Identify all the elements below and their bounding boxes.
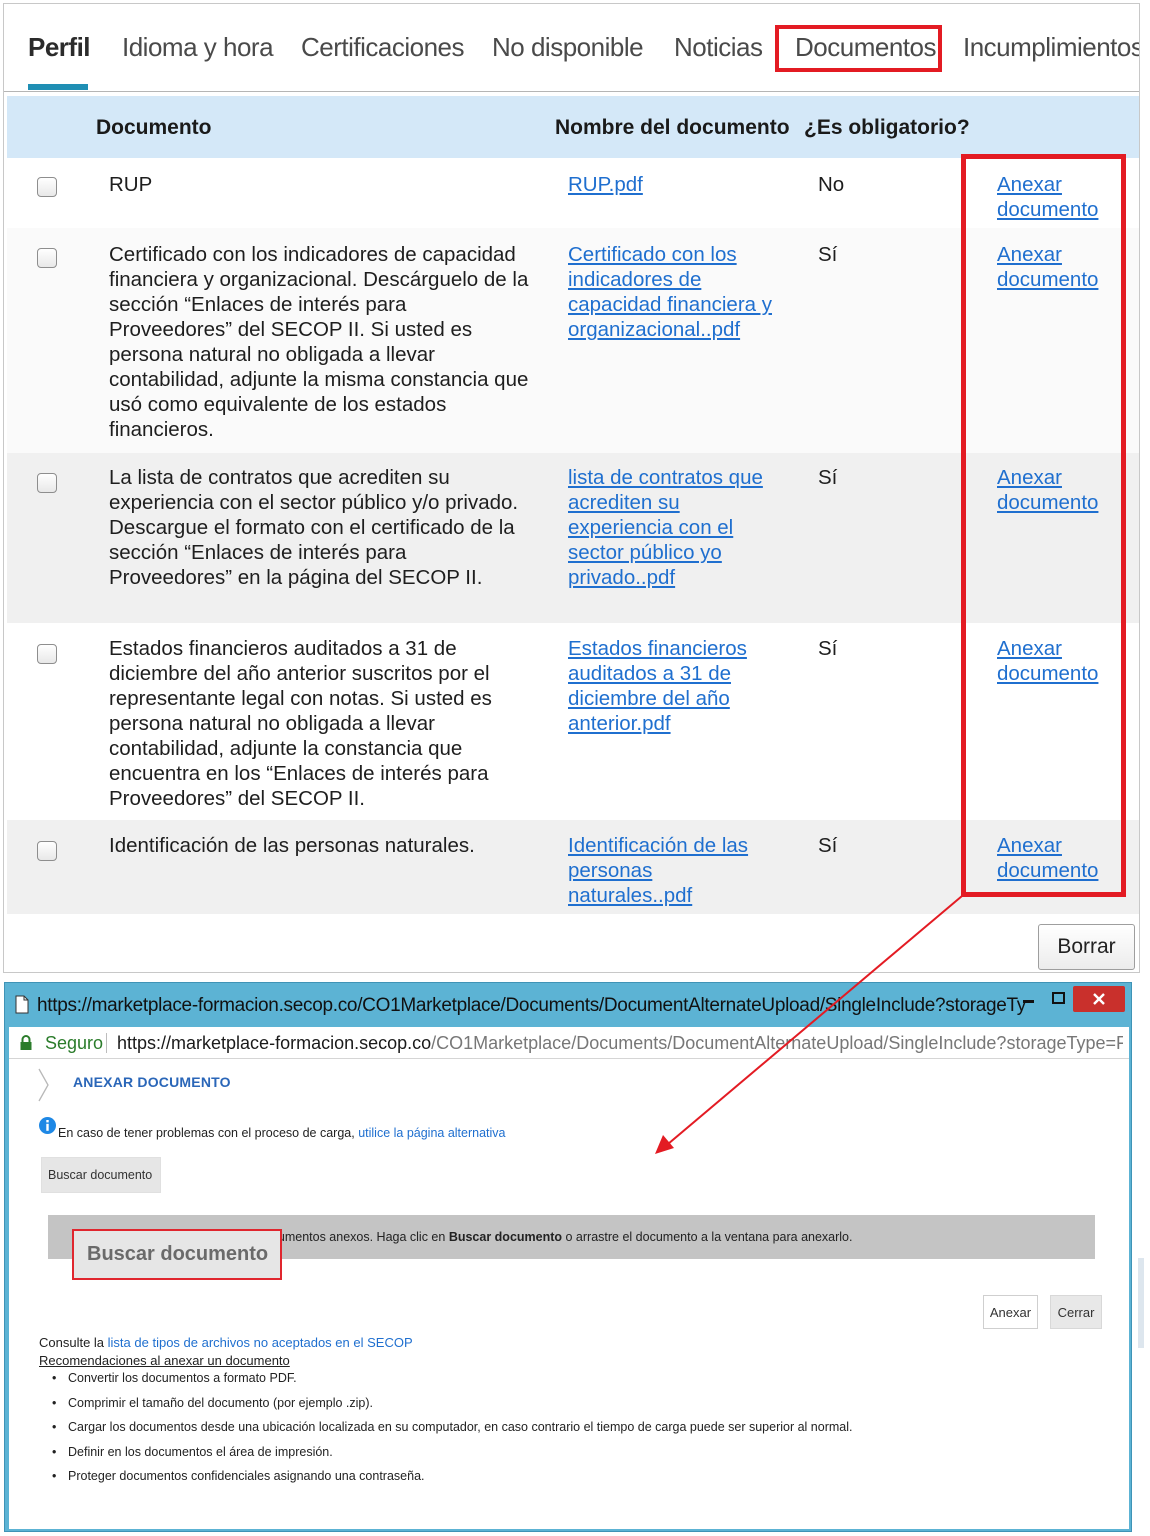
- recommendations-title: Recomendaciones al anexar un documento: [39, 1353, 290, 1368]
- list-item: Definir en los documentos el área de imp…: [39, 1445, 853, 1470]
- required-value: Sí: [818, 637, 838, 660]
- list-item: Convertir los documentos a formato PDF.: [39, 1371, 853, 1396]
- drop-zone-text: y documentos anexos. Haga clic en Buscar…: [248, 1230, 853, 1244]
- tab-incumplimientos[interactable]: Incumplimientos: [963, 32, 1139, 63]
- row-checkbox[interactable]: [37, 177, 57, 197]
- document-description: Certificado con los indicadores de capac…: [109, 243, 529, 441]
- upload-popup-window: https://marketplace-formacion.secop.co/C…: [4, 982, 1132, 1532]
- popup-heading: ANEXAR DOCUMENTO: [73, 1074, 231, 1090]
- info-icon: [39, 1117, 56, 1134]
- highlight-anexar-column: [961, 154, 1126, 897]
- list-item: Cargar los documentos desde una ubicació…: [39, 1420, 853, 1445]
- tab-idioma-y-hora[interactable]: Idioma y hora: [122, 32, 274, 63]
- document-description: RUP: [109, 173, 153, 196]
- document-file-link[interactable]: Estados financieros auditados a 31 de di…: [568, 636, 768, 736]
- alternative-page-link[interactable]: utilice la página alternativa: [358, 1126, 505, 1140]
- list-item: Proteger documentos confidenciales asign…: [39, 1469, 853, 1494]
- document-description: La lista de contratos que acrediten su e…: [109, 466, 519, 589]
- consulte-text: Consulte la lista de tipos de archivos n…: [39, 1335, 413, 1350]
- buscar-documento-button[interactable]: Buscar documento: [41, 1157, 161, 1193]
- info-text: En caso de tener problemas con el proces…: [58, 1126, 359, 1140]
- row-checkbox[interactable]: [37, 841, 57, 861]
- consulte-prefix: Consulte la: [39, 1335, 108, 1350]
- row-checkbox[interactable]: [37, 473, 57, 493]
- active-tab-indicator: [28, 84, 88, 90]
- maximize-icon[interactable]: [1049, 989, 1069, 1009]
- close-icon: [1093, 993, 1105, 1005]
- unaccepted-file-types-link[interactable]: lista de tipos de archivos no aceptados …: [108, 1335, 413, 1350]
- address-bar[interactable]: Seguro https://marketplace-formacion.sec…: [9, 1027, 1129, 1059]
- secure-label: Seguro: [45, 1033, 104, 1053]
- list-item: Comprimir el tamaño del documento (por e…: [39, 1396, 853, 1421]
- required-value: No: [818, 173, 845, 196]
- table-header: Documento Nombre del documento ¿Es oblig…: [7, 96, 1139, 158]
- tab-bar: Perfil Idioma y hora Certificaciones No …: [4, 4, 1139, 92]
- document-description: Estados financieros auditados a 31 de di…: [109, 637, 492, 810]
- lock-icon: [20, 1035, 32, 1050]
- page-icon: [15, 995, 29, 1014]
- url-path: /CO1Marketplace/Documents/DocumentAltern…: [431, 1033, 1123, 1053]
- address-separator: [106, 1033, 107, 1053]
- borrar-button[interactable]: Borrar: [1038, 924, 1135, 970]
- row-checkbox[interactable]: [37, 644, 57, 664]
- chevron-right-icon: [38, 1068, 49, 1102]
- tab-noticias[interactable]: Noticias: [674, 32, 763, 63]
- recommendations-list: Convertir los documentos a formato PDF. …: [39, 1371, 853, 1494]
- drop-text-post: o arrastre el documento a la ventana par…: [562, 1230, 853, 1244]
- tab-perfil[interactable]: Perfil: [28, 32, 91, 63]
- document-file-link[interactable]: Certificado con los indicadores de capac…: [568, 242, 773, 342]
- tab-no-disponible[interactable]: No disponible: [492, 32, 644, 63]
- popup-content: ANEXAR DOCUMENTO En caso de tener proble…: [9, 1059, 1129, 1529]
- row-checkbox[interactable]: [37, 248, 57, 268]
- highlight-documentos-tab: [775, 25, 942, 72]
- document-file-link[interactable]: lista de contratos que acrediten su expe…: [568, 465, 776, 590]
- document-file-link[interactable]: RUP.pdf: [568, 172, 783, 197]
- background-window-edge: [1138, 1258, 1144, 1348]
- tab-certificaciones[interactable]: Certificaciones: [301, 32, 465, 63]
- buscar-documento-zoomed-button[interactable]: Buscar documento: [72, 1229, 282, 1280]
- required-value: Sí: [818, 243, 838, 266]
- close-window-button[interactable]: [1073, 986, 1125, 1012]
- document-description: Identificación de las personas naturales…: [109, 834, 475, 857]
- header-obligatorio: ¿Es obligatorio?: [804, 116, 970, 139]
- url-text[interactable]: https://marketplace-formacion.secop.co/C…: [117, 1033, 1123, 1054]
- required-value: Sí: [818, 466, 838, 489]
- header-documento: Documento: [96, 116, 212, 139]
- required-value: Sí: [818, 834, 838, 857]
- popup-window-title: https://marketplace-formacion.secop.co/C…: [37, 995, 1027, 1016]
- cerrar-button[interactable]: Cerrar: [1050, 1295, 1102, 1329]
- popup-titlebar[interactable]: https://marketplace-formacion.secop.co/C…: [5, 983, 1133, 1027]
- header-nombre-documento: Nombre del documento: [555, 116, 790, 139]
- minimize-icon[interactable]: [1019, 991, 1039, 1011]
- url-host: https://marketplace-formacion.secop.co: [117, 1033, 432, 1053]
- upload-help-text: En caso de tener problemas con el proces…: [58, 1126, 506, 1140]
- document-file-link[interactable]: Identificación de las personas naturales…: [568, 833, 768, 908]
- drop-text-bold: Buscar documento: [448, 1230, 563, 1244]
- anexar-button[interactable]: Anexar: [983, 1295, 1038, 1329]
